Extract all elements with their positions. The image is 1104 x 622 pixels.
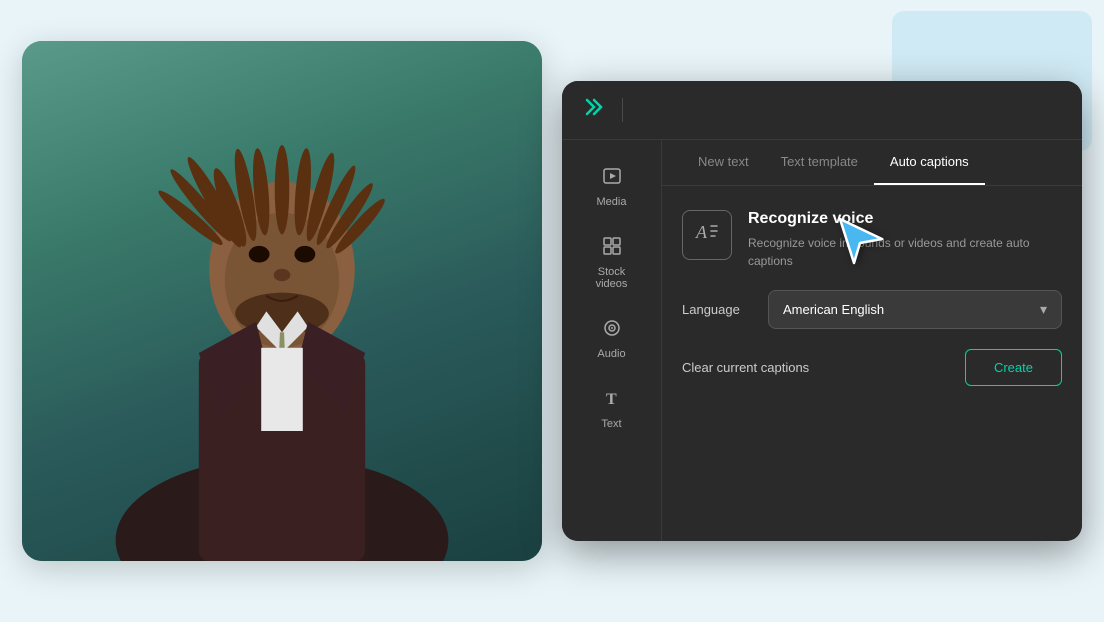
stock-videos-icon [602, 236, 622, 262]
recognize-voice-desc: Recognize voice in sounds or videos and … [748, 234, 1062, 270]
sidebar-item-audio[interactable]: Audio [570, 308, 654, 370]
media-icon [602, 166, 622, 192]
main-content: New text Text template Auto captions A [662, 140, 1082, 541]
sidebar-text-label: Text [601, 418, 621, 430]
tab-new-text[interactable]: New text [682, 140, 765, 185]
sidebar-item-stock-videos[interactable]: Stock videos [570, 226, 654, 300]
sidebar-audio-label: Audio [597, 348, 625, 360]
sidebar-item-media[interactable]: Media [570, 156, 654, 218]
sidebar-media-label: Media [597, 196, 627, 208]
person-illustration [22, 41, 542, 561]
text-icon: T [602, 388, 622, 414]
clear-captions-button[interactable]: Clear current captions [682, 350, 809, 385]
language-label: Language [682, 302, 752, 317]
recognize-voice-text: Recognize voice Recognize voice in sound… [748, 210, 1062, 270]
tab-auto-captions[interactable]: Auto captions [874, 140, 985, 185]
svg-text:A: A [695, 222, 708, 242]
actions-row: Clear current captions Create [682, 349, 1062, 386]
create-button[interactable]: Create [965, 349, 1062, 386]
recognize-voice-title: Recognize voice [748, 210, 1062, 228]
tabs-bar: New text Text template Auto captions [662, 140, 1082, 186]
svg-text:T: T [606, 391, 617, 408]
photo-bg [22, 41, 542, 561]
sidebar-stock-videos-label: Stock videos [582, 266, 642, 290]
recognize-voice-icon-box: A [682, 210, 732, 260]
photo-card [22, 41, 542, 561]
tab-text-template[interactable]: Text template [765, 140, 874, 185]
language-select-dropdown[interactable]: American English ▾ [768, 290, 1062, 329]
app-panel: Media Stock videos [562, 81, 1082, 541]
chevron-down-icon: ▾ [1040, 301, 1047, 318]
sidebar: Media Stock videos [562, 140, 662, 541]
app-logo-icon [582, 95, 606, 125]
sidebar-item-text[interactable]: T Text [570, 378, 654, 440]
header-divider [622, 98, 623, 122]
language-row: Language American English ▾ [682, 290, 1062, 329]
auto-caption-icon: A [693, 218, 721, 252]
panel-body: Media Stock videos [562, 140, 1082, 541]
language-selected-value: American English [783, 302, 884, 317]
panel-header [562, 81, 1082, 140]
scene: Media Stock videos [22, 21, 1082, 601]
audio-icon [602, 318, 622, 344]
